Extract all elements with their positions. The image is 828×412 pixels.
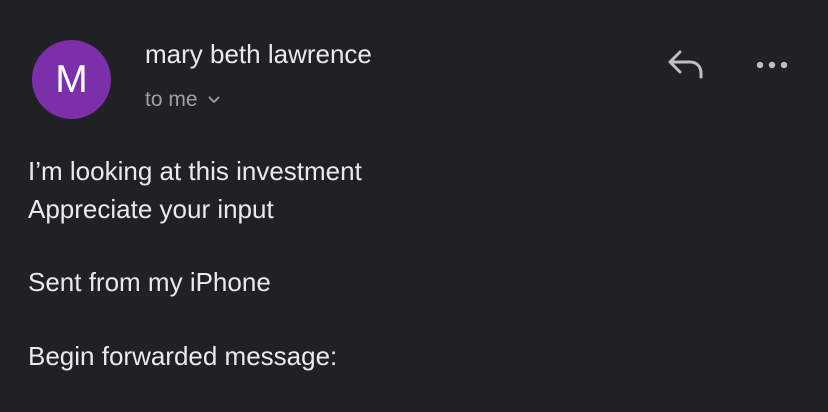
chevron-down-icon [207,93,221,107]
message-line: I’m looking at this investment [28,156,362,186]
avatar[interactable]: M [32,40,111,119]
more-options-button[interactable] [748,46,796,86]
recipient-label: to me [145,88,198,111]
signature-line: Sent from my iPhone [28,267,271,297]
more-horizontal-icon [754,57,790,75]
message-line: Appreciate your input [28,194,274,224]
recipient-details-toggle[interactable]: to me [145,86,221,114]
forwarded-header: Begin forwarded message: [28,341,338,371]
reply-button[interactable] [660,44,710,88]
reply-icon [665,48,705,85]
avatar-letter: M [55,58,88,101]
sender-name[interactable]: mary beth lawrence [145,38,372,70]
